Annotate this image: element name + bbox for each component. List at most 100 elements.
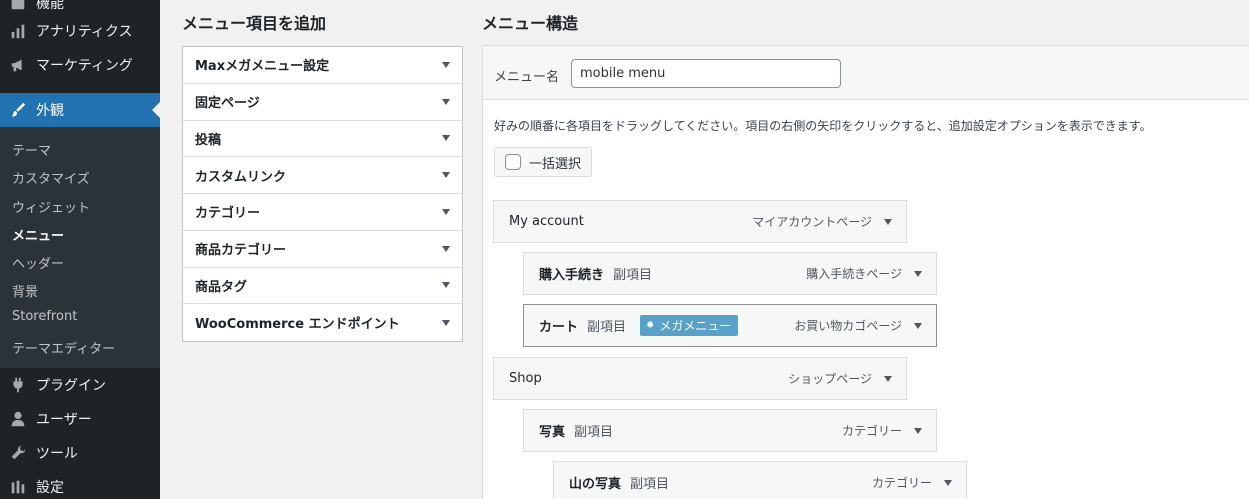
caret-down-icon[interactable] — [914, 322, 922, 329]
caret-down-icon — [442, 98, 450, 105]
nav-item-settings[interactable]: 設定 — [0, 470, 160, 499]
submenu-widgets[interactable]: ウィジェット — [12, 197, 90, 216]
nav-item-appearance[interactable]: 外観 — [0, 93, 160, 127]
accordion-custom-links[interactable]: カスタムリンク — [183, 157, 462, 194]
accordion-pages[interactable]: 固定ページ — [183, 84, 462, 121]
submenu-customize[interactable]: カスタマイズ — [12, 168, 90, 187]
caret-down-icon[interactable] — [884, 375, 892, 382]
tools-icon — [0, 0, 36, 12]
nav-item-label: アナリティクス — [36, 24, 133, 40]
menu-item-sub-label: 副項目 — [574, 425, 614, 440]
menu-name-bar: メニュー名 — [483, 46, 1249, 100]
caret-down-icon — [442, 135, 450, 142]
menu-item-type: 購入手続きページ — [806, 267, 902, 281]
menu-item-title: 写真 — [539, 425, 566, 440]
nav-item-label: ユーザー — [36, 412, 92, 428]
user-icon — [0, 410, 36, 428]
nav-item-label: ツール — [36, 446, 78, 462]
nav-item-label: 機能 — [36, 0, 64, 12]
bulk-select-checkbox[interactable] — [505, 154, 521, 170]
accordion-label: カテゴリー — [195, 206, 261, 222]
accordion-label: WooCommerce エンドポイント — [195, 317, 400, 333]
nav-item-label: 外観 — [36, 103, 64, 119]
accordion-product-categories[interactable]: 商品カテゴリー — [183, 231, 462, 268]
wp-admin-menus-screen: 機能 アナリティクス マーケティング 外観 テーマ カスタマイズ ウィジェット … — [0, 0, 1249, 499]
menu-item-title: 山の写真 — [569, 477, 622, 492]
caret-down-icon[interactable] — [944, 479, 952, 486]
caret-down-icon[interactable] — [914, 270, 922, 277]
bulk-select-button[interactable]: 一括選択 — [494, 147, 592, 177]
accordion-categories[interactable]: カテゴリー — [183, 194, 462, 231]
menu-structure-title: メニュー構造 — [482, 14, 579, 33]
mega-menu-badge[interactable]: ✹ メガメニュー — [640, 315, 739, 336]
submenu-theme-editor[interactable]: テーマエディター — [12, 338, 115, 357]
caret-down-icon — [442, 245, 450, 252]
menu-item-title: My account — [509, 214, 584, 229]
menu-item-photos[interactable]: 写真 副項目 カテゴリー — [523, 409, 937, 452]
add-items-title: メニュー項目を追加 — [182, 14, 327, 33]
appearance-submenu: テーマ カスタマイズ ウィジェット メニュー ヘッダー 背景 Storefron… — [0, 127, 160, 368]
menu-item-type: カテゴリー — [871, 476, 932, 490]
menu-item-my-account[interactable]: My account マイアカウントページ — [493, 200, 907, 243]
accordion-max-mega-menu[interactable]: Maxメガメニュー設定 — [183, 47, 462, 84]
menu-item-checkout[interactable]: 購入手続き 副項目 購入手続きページ — [523, 252, 937, 295]
nav-item-users[interactable]: ユーザー — [0, 402, 160, 436]
caret-down-icon[interactable] — [914, 427, 922, 434]
menu-item-shop[interactable]: Shop ショップページ — [493, 357, 907, 400]
accordion-label: 投稿 — [195, 132, 222, 148]
admin-sidebar: 機能 アナリティクス マーケティング 外観 テーマ カスタマイズ ウィジェット … — [0, 0, 160, 499]
submenu-header[interactable]: ヘッダー — [12, 253, 64, 272]
nav-item-label: 設定 — [36, 480, 64, 496]
menu-item-sub-label: 副項目 — [613, 268, 653, 283]
bulk-select-label: 一括選択 — [529, 156, 582, 172]
menu-item-type: マイアカウントページ — [752, 215, 872, 229]
nav-item-analytics[interactable]: アナリティクス — [0, 14, 160, 48]
nav-item-marketing[interactable]: マーケティング — [0, 48, 160, 82]
accordion-product-tags[interactable]: 商品タグ — [183, 268, 462, 305]
add-items-accordion: Maxメガメニュー設定 固定ページ 投稿 カスタムリンク カテゴリー 商品カテゴ… — [182, 46, 463, 342]
menu-item-cart[interactable]: カート 副項目 ✹ メガメニュー お買い物カゴページ — [523, 304, 937, 347]
accordion-label: 商品タグ — [195, 279, 248, 295]
menu-name-label: メニュー名 — [494, 70, 560, 85]
caret-down-icon — [442, 319, 450, 326]
menu-item-type: お買い物カゴページ — [794, 319, 902, 333]
caret-down-icon — [442, 61, 450, 68]
submenu-themes[interactable]: テーマ — [12, 140, 51, 159]
nav-item-plugins[interactable]: プラグイン — [0, 368, 160, 402]
nav-item-label: プラグイン — [36, 378, 106, 394]
menu-item-title: Shop — [509, 371, 542, 386]
caret-down-icon — [442, 172, 450, 179]
accordion-label: カスタムリンク — [195, 169, 287, 185]
caret-down-icon — [442, 208, 450, 215]
menu-item-mountain-photos[interactable]: 山の写真 副項目 カテゴリー — [553, 461, 967, 499]
menu-item-sub-label: 副項目 — [630, 477, 670, 492]
menu-item-title: カート — [539, 320, 579, 335]
nav-item-tools[interactable]: ツール — [0, 436, 160, 470]
accordion-posts[interactable]: 投稿 — [183, 121, 462, 158]
nav-item-label: マーケティング — [36, 58, 133, 74]
paintbrush-icon — [0, 101, 36, 119]
accordion-label: 商品カテゴリー — [195, 243, 287, 259]
submenu-menus[interactable]: メニュー — [12, 225, 64, 244]
menu-item-type: カテゴリー — [841, 424, 902, 438]
menu-item-title: 購入手続き — [539, 268, 605, 283]
gear-icon: ✹ — [646, 320, 655, 331]
settings-icon — [0, 478, 36, 496]
submenu-background[interactable]: 背景 — [12, 281, 38, 300]
wrench-icon — [0, 444, 36, 462]
accordion-label: 固定ページ — [195, 96, 260, 112]
caret-down-icon[interactable] — [884, 218, 892, 225]
megaphone-icon — [0, 56, 36, 74]
drag-instructions: 好みの順番に各項目をドラッグしてください。項目の右側の矢印をクリックすると、追加… — [494, 119, 1152, 133]
mega-menu-label: メガメニュー — [659, 319, 732, 333]
submenu-storefront[interactable]: Storefront — [12, 309, 77, 324]
plugin-icon — [0, 376, 36, 394]
bar-chart-icon — [0, 22, 36, 40]
menu-item-sub-label: 副項目 — [587, 320, 627, 335]
menu-name-input[interactable] — [571, 59, 841, 88]
menu-item-type: ショップページ — [788, 372, 872, 386]
caret-down-icon — [442, 282, 450, 289]
accordion-woocommerce-endpoints[interactable]: WooCommerce エンドポイント — [183, 304, 462, 341]
accordion-label: Maxメガメニュー設定 — [195, 59, 330, 75]
menu-structure-box: メニュー名 好みの順番に各項目をドラッグしてください。項目の右側の矢印をクリック… — [482, 45, 1249, 499]
